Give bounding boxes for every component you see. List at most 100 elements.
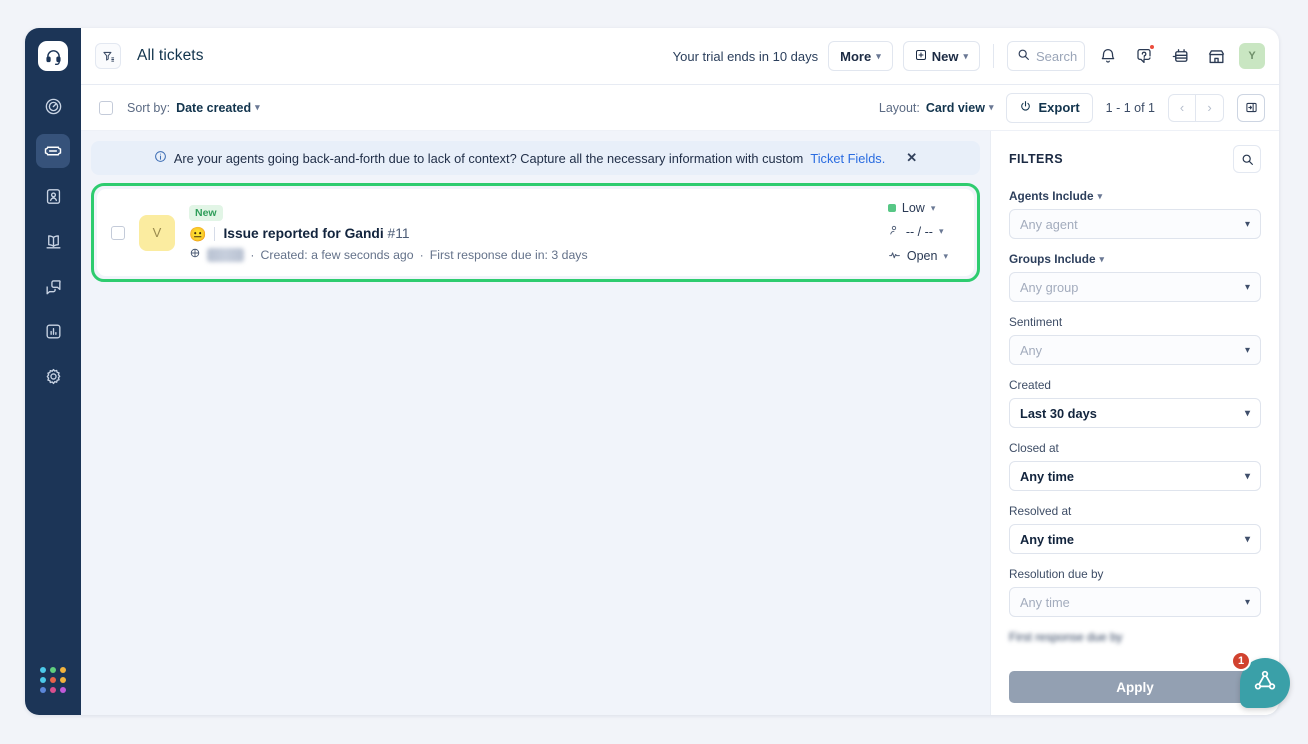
filter-agents-include: Agents Include ▾ Any agent ▾ <box>1009 189 1261 239</box>
filter-select[interactable]: Any group ▾ <box>1009 272 1261 302</box>
filter-label: Created <box>1009 378 1261 392</box>
app-window: All tickets Your trial ends in 10 days M… <box>25 28 1279 715</box>
sidebar-item-solutions[interactable] <box>36 224 70 258</box>
search-placeholder: Search <box>1036 49 1077 64</box>
filter-select[interactable]: Any time ▾ <box>1009 461 1261 491</box>
app-switcher-grid-dots-icon[interactable] <box>40 667 66 693</box>
more-label: More <box>840 49 871 64</box>
list-toolbar: Sort by: Date created ▾ Layout: Card vie… <box>81 85 1279 131</box>
help-notification-dot <box>1149 44 1155 50</box>
sort-by-label: Sort by: <box>127 101 170 115</box>
chevron-down-icon: ▾ <box>255 102 260 113</box>
info-circle-icon <box>154 150 167 166</box>
agent-value: -- / -- <box>906 225 933 239</box>
filter-select[interactable]: Any time ▾ <box>1009 524 1261 554</box>
sla-due: First response due in: 3 days <box>430 248 588 262</box>
filter-value: Any group <box>1020 280 1078 295</box>
plus-box-icon <box>915 49 927 64</box>
chevron-down-icon: ▾ <box>963 51 968 62</box>
brand-logo[interactable] <box>38 41 68 71</box>
ticket-avatar: V <box>139 215 175 251</box>
close-icon[interactable]: ✕ <box>906 150 917 166</box>
filter-select[interactable]: Any time ▾ <box>1009 587 1261 617</box>
filter-select[interactable]: Any ▾ <box>1009 335 1261 365</box>
sidebar-item-dashboard[interactable] <box>36 89 70 123</box>
header-divider <box>993 44 994 68</box>
sidebar-item-chat[interactable] <box>36 269 70 303</box>
priority-select[interactable]: Low ▾ <box>888 201 935 215</box>
ticket-row[interactable]: V New 😐 Issue reported for Gandi #11 <box>97 189 974 276</box>
export-button[interactable]: Export <box>1006 93 1092 123</box>
filters-panel: FILTERS Agents Include ▾ Any agent ▾ <box>990 131 1279 715</box>
filter-value: Any agent <box>1020 217 1078 232</box>
meta-dot: · <box>250 248 254 262</box>
content-area: Are your agents going back-and-forth due… <box>81 131 1279 715</box>
sidebar-item-admin[interactable] <box>36 359 70 393</box>
help-question-icon[interactable] <box>1131 43 1157 69</box>
prev-page-button[interactable]: ‹ <box>1168 94 1196 122</box>
priority-value: Low <box>902 201 925 215</box>
chevron-down-icon: ▾ <box>1098 191 1103 202</box>
chevron-down-icon: ▾ <box>989 102 994 113</box>
filter-select[interactable]: Last 30 days ▾ <box>1009 398 1261 428</box>
ticket-properties: Low ▾ -- / -- ▾ <box>888 201 948 264</box>
avatar[interactable]: Y <box>1239 43 1265 69</box>
marketplace-store-icon[interactable] <box>1203 43 1229 69</box>
filter-resolution-due-by: Resolution due by Any time ▾ <box>1009 567 1261 617</box>
filter-created: Created Last 30 days ▾ <box>1009 378 1261 428</box>
chevron-down-icon: ▾ <box>943 251 948 262</box>
filter-value: Any <box>1020 343 1042 358</box>
header-actions: Your trial ends in 10 days More ▾ New ▾ <box>673 41 1265 71</box>
apply-button[interactable]: Apply <box>1009 671 1261 703</box>
ticket-number: #11 <box>388 226 410 241</box>
more-button[interactable]: More ▾ <box>828 41 893 71</box>
filter-label[interactable]: Groups Include ▾ <box>1009 252 1261 266</box>
toggle-side-panel-icon[interactable] <box>1237 94 1265 122</box>
status-select[interactable]: Open ▾ <box>888 248 948 264</box>
triangle-nodes-icon <box>1252 668 1278 699</box>
top-header: All tickets Your trial ends in 10 days M… <box>81 28 1279 85</box>
status-pulse-icon <box>888 248 901 264</box>
chevron-down-icon: ▾ <box>1245 408 1250 419</box>
sidebar-item-reports[interactable] <box>36 314 70 348</box>
new-button[interactable]: New ▾ <box>903 41 980 71</box>
chevron-down-icon: ▾ <box>1245 471 1250 482</box>
filter-groups-include: Groups Include ▾ Any group ▾ <box>1009 252 1261 302</box>
sort-by-value: Date created <box>176 101 251 115</box>
next-page-button[interactable]: › <box>1196 94 1224 122</box>
layout-select[interactable]: Card view ▾ <box>926 101 994 115</box>
sentiment-emoji-icon: 😐 <box>189 227 206 241</box>
filters-header: FILTERS <box>1009 145 1261 173</box>
pagination-controls: ‹ › <box>1168 94 1224 122</box>
new-label: New <box>932 49 959 64</box>
ticket-checkbox[interactable] <box>111 226 125 240</box>
pagination-count: 1 - 1 of 1 <box>1106 101 1155 115</box>
requester-name: Valeria <box>207 248 244 262</box>
layout-label: Layout: <box>879 101 920 115</box>
sidebar-item-tickets[interactable] <box>36 134 70 168</box>
filter-value: Any time <box>1020 595 1070 610</box>
sidebar-item-contacts[interactable] <box>36 179 70 213</box>
support-widget-button[interactable]: 1 <box>1240 658 1290 708</box>
trial-status-text: Your trial ends in 10 days <box>673 49 819 64</box>
chevron-down-icon: ▾ <box>1245 597 1250 608</box>
bell-icon[interactable] <box>1095 43 1121 69</box>
filter-label: Sentiment <box>1009 315 1261 329</box>
ticket-subject[interactable]: Issue reported for Gandi #11 <box>223 226 409 241</box>
filter-label[interactable]: Agents Include ▾ <box>1009 189 1261 203</box>
meta-dot: · <box>420 248 424 262</box>
filter-view-icon[interactable] <box>95 43 121 69</box>
main-area: All tickets Your trial ends in 10 days M… <box>81 28 1279 715</box>
filter-first-response-due-by-label: First response due by <box>1009 630 1261 644</box>
filters-search-icon[interactable] <box>1233 145 1261 173</box>
sort-by-select[interactable]: Date created ▾ <box>176 101 260 115</box>
whats-new-icon[interactable] <box>1167 43 1193 69</box>
agent-select[interactable]: -- / -- ▾ <box>888 224 944 239</box>
filter-select[interactable]: Any agent ▾ <box>1009 209 1261 239</box>
filters-title: FILTERS <box>1009 152 1063 166</box>
layout-value: Card view <box>926 101 985 115</box>
select-all-checkbox[interactable] <box>99 101 113 115</box>
chevron-down-icon: ▾ <box>1245 219 1250 230</box>
search-input[interactable]: Search <box>1007 41 1085 71</box>
ticket-fields-link[interactable]: Ticket Fields. <box>810 151 885 166</box>
